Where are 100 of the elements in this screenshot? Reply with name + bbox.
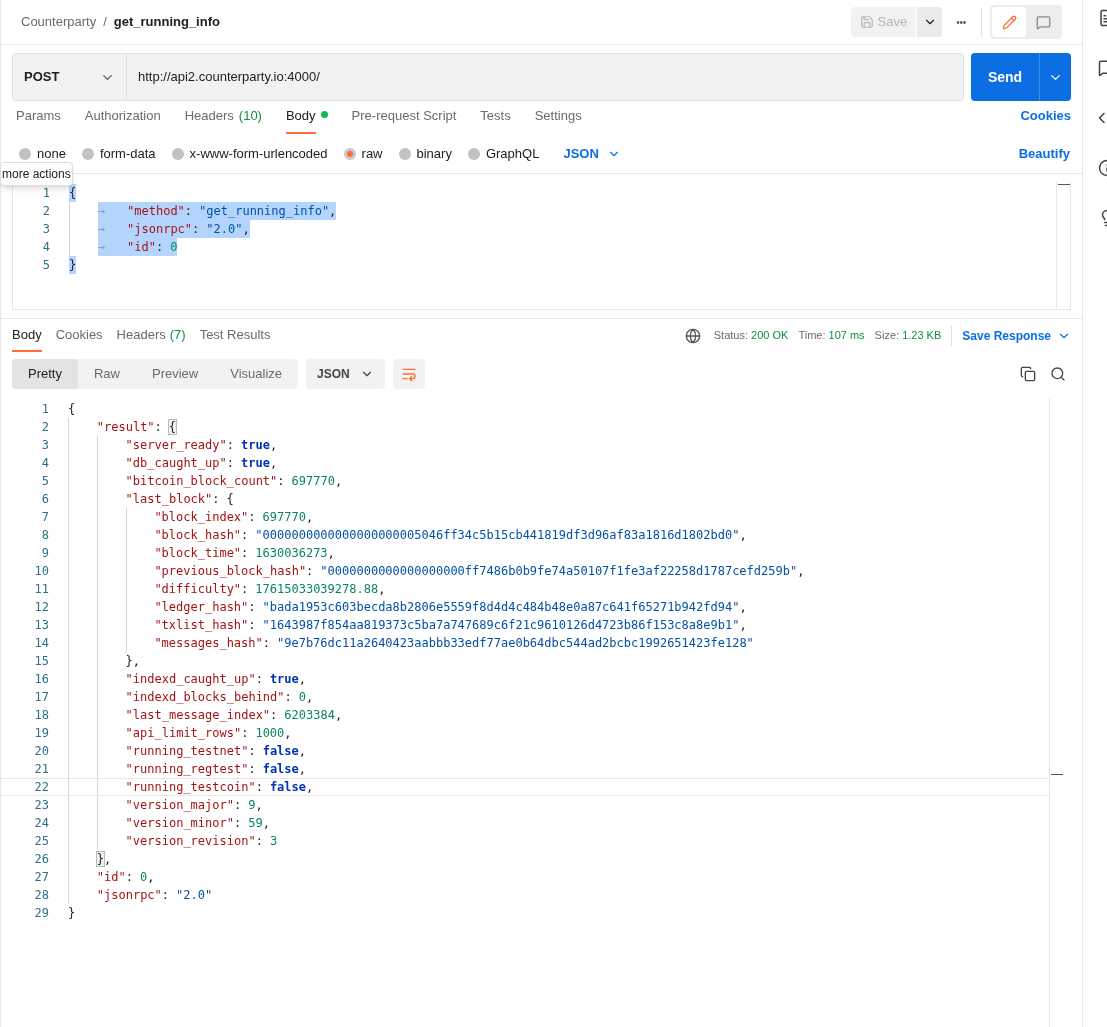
line-number: 26 [33, 851, 50, 868]
wrap-lines-button[interactable] [392, 359, 425, 389]
line-number: 4 [40, 455, 50, 472]
copy-icon[interactable] [1020, 366, 1036, 382]
line-number: 23 [33, 797, 50, 814]
response-stat: Status: 200 OK [713, 328, 789, 344]
code-line: "result": { [96, 419, 177, 436]
code-line: "difficulty": 17615033039278.88, [154, 581, 386, 598]
save-icon [859, 15, 874, 29]
line-number: 18 [33, 707, 50, 724]
line-number: 21 [33, 761, 50, 778]
code-line: "ledger_hash": "bada1953c603becda8b2806e5559f8d4d4c484b48e0a87c641f65271b942fd94", [154, 599, 747, 616]
collection-link[interactable]: Counterparty [21, 12, 97, 32]
code-line: }, [125, 653, 141, 670]
code-line: "api_limit_rows": 1000, [125, 725, 292, 742]
request-tab[interactable]: Settings [534, 96, 582, 134]
pencil-icon [1001, 14, 1017, 30]
code-line: "block_time": 1630036273, [154, 545, 335, 562]
code-line: "indexd_caught_up": true, [125, 671, 306, 688]
code-line: "last_message_index": 6203384, [125, 707, 343, 724]
code-line: "version_revision": 3 [125, 833, 278, 850]
response-tab[interactable]: Cookies [55, 319, 103, 352]
line-number: 16 [33, 671, 50, 688]
code-line: "bitcoin_block_count": 697770, [125, 473, 343, 490]
line-number: 7 [40, 509, 50, 526]
response-stat: Time: 107 ms [798, 328, 865, 344]
request-tab[interactable]: Tests [480, 96, 511, 134]
format-select[interactable]: JSON [563, 143, 621, 164]
line-number: 14 [33, 635, 50, 652]
tooltip: more actions [0, 162, 73, 186]
line-number: 19 [33, 725, 50, 742]
search-icon[interactable] [1050, 366, 1066, 382]
line-number: 5 [40, 473, 50, 490]
code-line: { [68, 401, 76, 418]
response-format-select[interactable]: JSON [306, 359, 385, 389]
body-type-radio[interactable]: x-www-form-urlencoded [171, 143, 328, 164]
globe-icon [684, 327, 701, 344]
line-number: 2 [41, 203, 51, 220]
cookies-link[interactable]: Cookies [1020, 105, 1071, 134]
comment-icon [1035, 14, 1051, 30]
request-tab[interactable]: Headers (10) [184, 96, 262, 134]
code-line: "server_ready": true, [125, 437, 278, 454]
line-number: 3 [40, 437, 50, 454]
code-line: "messages_hash": "9e7b76dc11a2640423aabbb33edf77ae0b64dbc544ad2bcbc1992651423fe128" [154, 635, 754, 652]
response-tab[interactable]: Headers (7) [116, 319, 186, 352]
line-number: 17 [33, 689, 50, 706]
line-number: 8 [40, 527, 50, 544]
code-line: "block_index": 697770, [154, 509, 314, 526]
code-line: "txlist_hash": "1643987f854aa819373c5ba7a747689c6f21c9610126d4723b86f153c8a8e9b1", [154, 617, 747, 634]
code-line: }, [96, 851, 112, 868]
code-line: "block_hash": "0000000000000000000005046ff34c5b15cb441819df3d96af83a1816d1802bd0", [154, 527, 747, 544]
code-line: } [68, 905, 76, 922]
code-line: "version_minor": 59, [125, 815, 270, 832]
line-number: 1 [40, 401, 50, 418]
more-button[interactable]: ••• [956, 14, 966, 30]
body-type-radio[interactable]: form-data [81, 143, 156, 164]
view-mode-tab[interactable]: Pretty [12, 359, 78, 389]
response-tab[interactable]: Body [12, 319, 42, 352]
line-number: 25 [33, 833, 50, 850]
request-tab[interactable]: Body [285, 96, 316, 134]
code-line: "db_caught_up": true, [125, 455, 278, 472]
view-mode-tab[interactable]: Preview [136, 359, 215, 389]
line-number: 6 [40, 491, 50, 508]
line-number: 4 [41, 239, 51, 256]
line-number: 20 [33, 743, 50, 760]
line-number: 5 [41, 257, 51, 274]
code-line: "last_block": { [125, 491, 234, 508]
line-number: 15 [33, 653, 50, 670]
line-number: 1 [41, 185, 51, 202]
body-type-radio[interactable]: binary [398, 143, 452, 164]
wrap-icon [400, 366, 417, 382]
response-tab[interactable]: Test Results [199, 319, 271, 352]
line-number: 11 [33, 581, 50, 598]
body-type-radio[interactable]: raw [343, 143, 383, 164]
body-type-radio[interactable]: GraphQL [467, 143, 540, 164]
code-line: "running_testnet": false, [125, 743, 306, 760]
code-line: "jsonrpc": "2.0" [96, 887, 213, 904]
view-mode-tab[interactable]: Raw [77, 359, 136, 389]
request-name: get_running_info [113, 13, 220, 32]
beautify-link[interactable]: Beautify [1018, 143, 1070, 164]
view-mode-tab[interactable]: Visualize [214, 359, 299, 389]
line-number: 9 [40, 545, 50, 562]
breadcrumb-separator: / [103, 13, 107, 32]
line-number: 28 [33, 887, 50, 904]
line-number: 13 [33, 617, 50, 634]
code-line: "running_testcoin": false, [125, 779, 314, 796]
code-line: "version_major": 9, [125, 797, 263, 814]
line-number: 22 [33, 779, 50, 796]
body-type-radio[interactable]: none [19, 143, 66, 164]
save-response-button[interactable]: Save Response [962, 326, 1071, 345]
response-stat: Size: 1.23 KB [874, 328, 942, 344]
request-tab[interactable]: Pre-request Script [351, 96, 457, 134]
line-number: 10 [33, 563, 50, 580]
code-line: "running_regtest": false, [125, 761, 306, 778]
code-line: "previous_block_hash": "0000000000000000000ff7486b0b9fe74a50107f1fe3af22258d1787cefd259b", [154, 563, 805, 580]
line-number: 29 [33, 905, 50, 922]
code-line: "indexd_blocks_behind": 0, [125, 689, 314, 706]
line-number: 3 [41, 221, 51, 238]
line-number: 27 [33, 869, 50, 886]
line-number: 12 [33, 599, 50, 616]
